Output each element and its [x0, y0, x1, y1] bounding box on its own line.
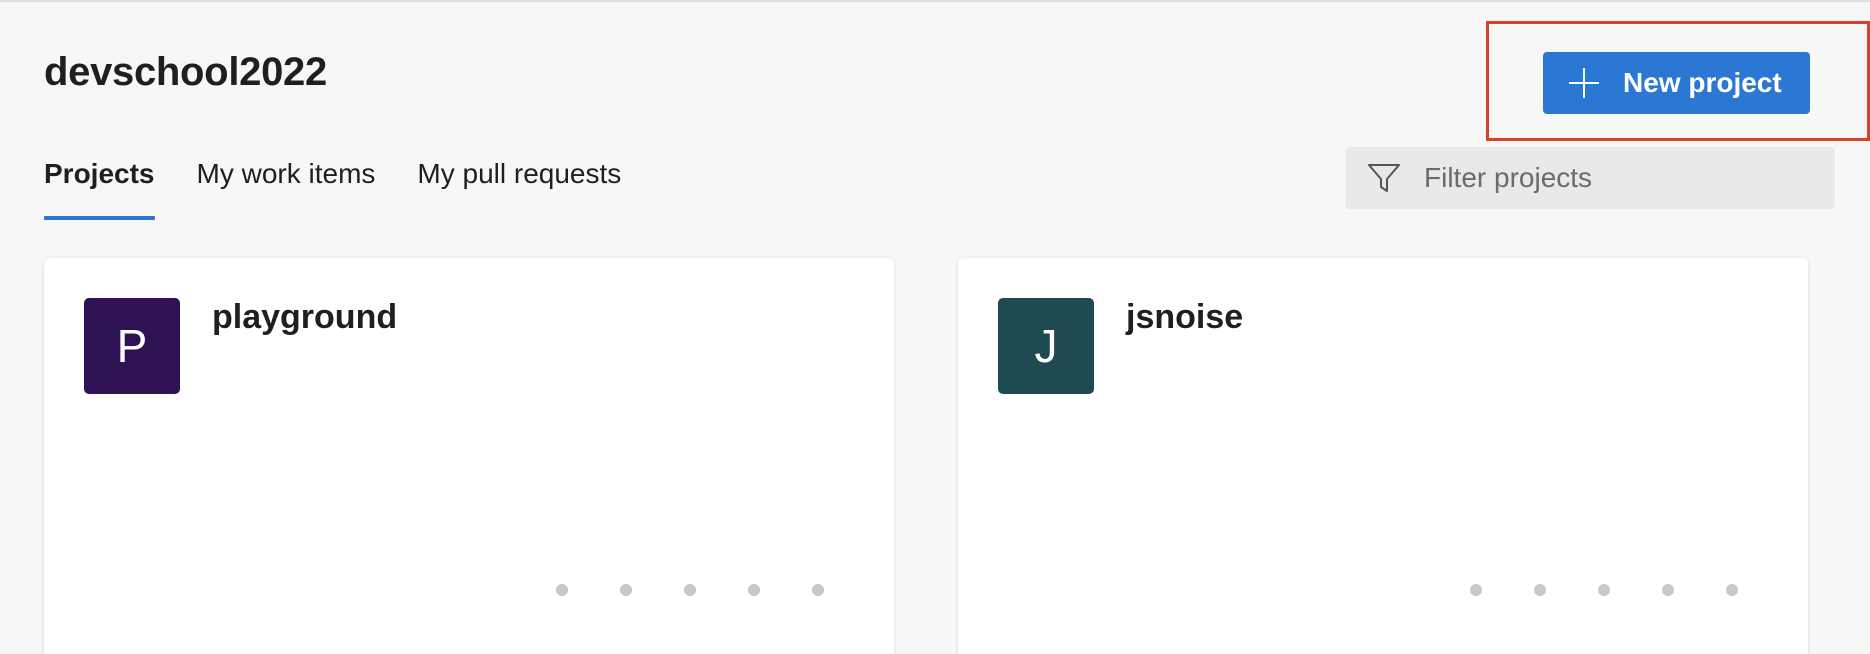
- project-name[interactable]: playground: [212, 298, 397, 337]
- loading-dot: [1534, 584, 1546, 596]
- project-avatar: J: [998, 298, 1094, 394]
- filter-funnel-icon: [1368, 164, 1400, 192]
- loading-dot: [1598, 584, 1610, 596]
- tab-my-work-items[interactable]: My work items: [197, 158, 376, 220]
- project-name[interactable]: jsnoise: [1126, 298, 1243, 337]
- new-project-button[interactable]: New project: [1543, 52, 1810, 114]
- tab-my-pull-requests[interactable]: My pull requests: [417, 158, 621, 220]
- loading-dot: [812, 584, 824, 596]
- tab-bar: Projects My work items My pull requests: [44, 158, 663, 220]
- tab-projects[interactable]: Projects: [44, 158, 155, 220]
- loading-dot: [748, 584, 760, 596]
- project-card-playground[interactable]: P playground: [44, 258, 894, 654]
- projects-page: devschool2022 New project Projects My wo…: [0, 0, 1870, 654]
- loading-dot: [1662, 584, 1674, 596]
- loading-dots: [556, 584, 876, 596]
- loading-dot: [556, 584, 568, 596]
- new-project-label: New project: [1623, 67, 1782, 98]
- filter-projects-box[interactable]: [1346, 147, 1835, 209]
- loading-dot: [1470, 584, 1482, 596]
- loading-dot: [1726, 584, 1738, 596]
- loading-dot: [620, 584, 632, 596]
- project-card-jsnoise[interactable]: J jsnoise: [958, 258, 1808, 654]
- page-title: devschool2022: [44, 50, 327, 94]
- plus-icon: [1569, 68, 1599, 98]
- loading-dots: [1470, 584, 1790, 596]
- loading-dot: [684, 584, 696, 596]
- project-avatar: P: [84, 298, 180, 394]
- filter-projects-input[interactable]: [1422, 161, 1806, 195]
